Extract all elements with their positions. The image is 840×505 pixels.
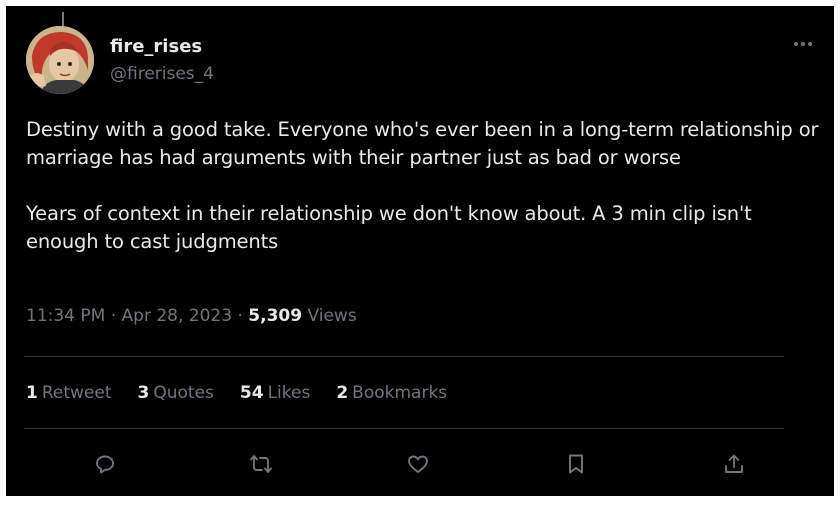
divider bbox=[24, 428, 784, 429]
meta-separator: · bbox=[110, 306, 117, 326]
display-name[interactable]: fire_rises bbox=[110, 36, 202, 57]
heart-icon bbox=[408, 455, 428, 473]
engagement-stats: 1 Retweet 3 Quotes 54 Likes 2 Bookmarks bbox=[26, 383, 473, 403]
likes-stat[interactable]: 54 Likes bbox=[240, 383, 310, 403]
bookmarks-stat[interactable]: 2 Bookmarks bbox=[336, 383, 447, 403]
bookmarks-label: Bookmarks bbox=[352, 383, 448, 403]
likes-label: Likes bbox=[267, 383, 311, 403]
tweet-time[interactable]: 11:34 PM bbox=[26, 306, 105, 326]
quotes-label: Quotes bbox=[153, 383, 214, 403]
retweet-stat[interactable]: 1 Retweet bbox=[26, 383, 112, 403]
action-bar bbox=[6, 449, 834, 479]
views-label: Views bbox=[307, 306, 357, 326]
avatar-illustration bbox=[26, 26, 94, 94]
bookmark-button[interactable] bbox=[561, 449, 591, 479]
tweet-date[interactable]: Apr 28, 2023 bbox=[122, 306, 233, 326]
retweet-label: Retweet bbox=[41, 383, 112, 403]
bookmark-icon bbox=[569, 454, 583, 474]
more-icon[interactable] bbox=[788, 34, 818, 54]
tweet-text: Destiny with a good take. Everyone who's… bbox=[26, 118, 819, 253]
likes-count: 54 bbox=[239, 383, 264, 403]
retweet-button[interactable] bbox=[246, 449, 276, 479]
reply-button[interactable] bbox=[90, 449, 120, 479]
retweet-icon bbox=[250, 455, 272, 473]
share-icon bbox=[725, 454, 743, 473]
quotes-stat[interactable]: 3 Quotes bbox=[138, 383, 214, 403]
divider bbox=[24, 356, 784, 357]
share-button[interactable] bbox=[719, 449, 749, 479]
tweet-card: fire_rises @firerises_4 Destiny with a g… bbox=[6, 6, 834, 496]
retweet-count: 1 bbox=[26, 383, 38, 403]
quotes-count: 3 bbox=[137, 383, 150, 403]
meta-separator: · bbox=[237, 306, 243, 326]
like-button[interactable] bbox=[403, 449, 433, 479]
tweet-meta: 11:34 PM · Apr 28, 2023 · 5,309 Views bbox=[26, 306, 357, 326]
reply-icon bbox=[96, 455, 114, 474]
avatar[interactable] bbox=[26, 26, 94, 94]
user-handle[interactable]: @firerises_4 bbox=[110, 64, 214, 84]
bookmarks-count: 2 bbox=[336, 383, 349, 403]
views-count: 5,309 bbox=[248, 306, 303, 326]
